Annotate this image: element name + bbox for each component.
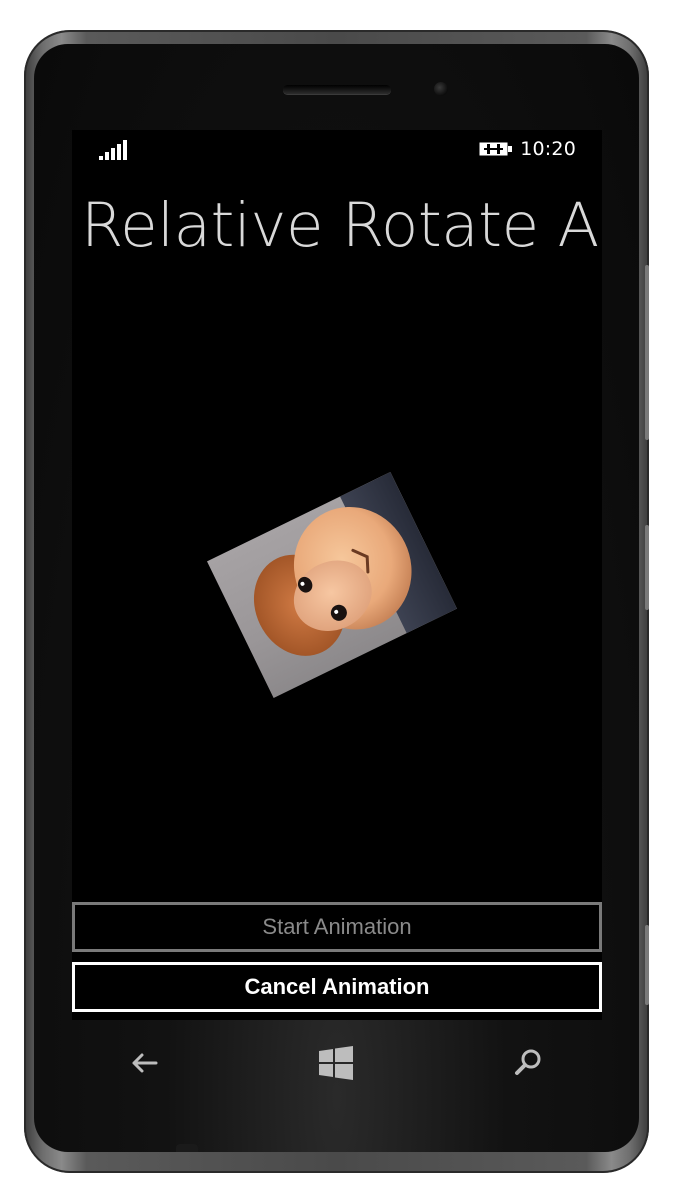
monkey-photo	[207, 471, 457, 699]
clock: 10:20	[520, 138, 576, 160]
back-arrow-icon[interactable]	[124, 1043, 164, 1083]
earpiece-speaker	[283, 85, 391, 94]
page-title: Relative Rotate A	[81, 190, 599, 261]
cancel-animation-button[interactable]: Cancel Animation	[72, 962, 602, 1012]
battery-charging-icon	[479, 142, 512, 156]
search-icon[interactable]	[508, 1043, 548, 1083]
front-camera	[434, 82, 448, 96]
monkey-toy-illustration	[253, 506, 412, 656]
status-bar: 10:20	[72, 130, 602, 168]
power-button	[645, 525, 649, 610]
phone-screen: 10:20 Relative Rotate A Start Animation …	[72, 130, 602, 1020]
start-animation-button[interactable]: Start Animation	[72, 902, 602, 952]
signal-strength-icon	[99, 138, 131, 160]
camera-button	[645, 925, 649, 1005]
usb-port	[176, 1144, 198, 1152]
windows-logo-icon[interactable]	[316, 1043, 356, 1083]
volume-button	[645, 265, 649, 440]
